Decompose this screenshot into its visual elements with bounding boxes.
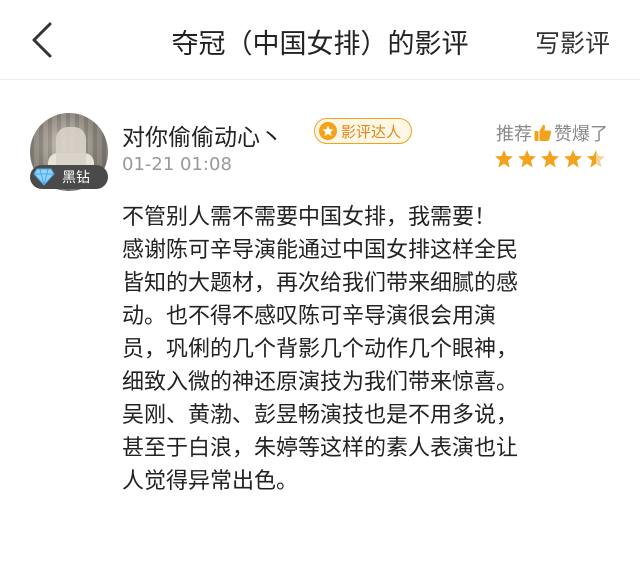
review-line: 皆知的大题材，再次给我们带来细腻的感 bbox=[122, 271, 519, 296]
recommend-suffix: 赞爆了 bbox=[554, 124, 608, 145]
avatar[interactable]: 黑钻 bbox=[30, 113, 108, 191]
username[interactable]: 对你偷偷动心丶 bbox=[122, 118, 283, 152]
top-nav-bar: 夺冠（中国女排）的影评 写影评 bbox=[0, 0, 640, 80]
review-line: 甚至于白浪，朱婷等这样的素人表演也让 bbox=[122, 436, 519, 461]
star-full-icon bbox=[518, 150, 536, 168]
recommend-prefix: 推荐 bbox=[496, 124, 532, 145]
diamond-icon bbox=[32, 166, 56, 188]
talent-badge-label: 影评达人 bbox=[341, 122, 402, 141]
review-talent-badge: 影评达人 bbox=[314, 118, 413, 144]
review-timestamp: 01-21 01:08 bbox=[122, 154, 232, 175]
star-half-icon bbox=[587, 150, 605, 168]
star-full-icon bbox=[495, 150, 513, 168]
recommendation-label: 推荐 赞爆了 bbox=[496, 120, 608, 146]
star-medal-icon bbox=[319, 122, 337, 140]
review-body: 不管别人需不需要中国女排，我需要！ 感谢陈可辛导演能通过中国女排这样全民 皆知的… bbox=[122, 201, 612, 498]
review-card: 黑钻 对你偷偷动心丶 影评达人 01-21 01:08 推荐 赞爆了 不管别人需… bbox=[0, 81, 640, 561]
review-line: 员，巩俐的几个背影几个动作几个眼神， bbox=[122, 337, 519, 362]
review-line: 人觉得异常出色。 bbox=[122, 469, 299, 494]
review-line: 吴刚、黄渤、彭昱畅演技也是不用多说， bbox=[122, 403, 519, 428]
review-line: 不管别人需不需要中国女排，我需要！ bbox=[122, 205, 497, 230]
write-review-button[interactable]: 写影评 bbox=[535, 24, 610, 60]
review-line: 动。也不得不感叹陈可辛导演很会用演 bbox=[122, 304, 497, 329]
avatar-badge-label: 黑钻 bbox=[62, 170, 90, 186]
star-full-icon bbox=[541, 150, 559, 168]
thumbs-up-icon bbox=[533, 123, 553, 143]
rating-stars bbox=[491, 149, 606, 169]
black-diamond-badge: 黑钻 bbox=[30, 165, 108, 189]
star-full-icon bbox=[564, 150, 582, 168]
review-line: 细致入微的神还原演技为我们带来惊喜。 bbox=[122, 370, 519, 395]
review-line: 感谢陈可辛导演能通过中国女排这样全民 bbox=[122, 238, 519, 263]
